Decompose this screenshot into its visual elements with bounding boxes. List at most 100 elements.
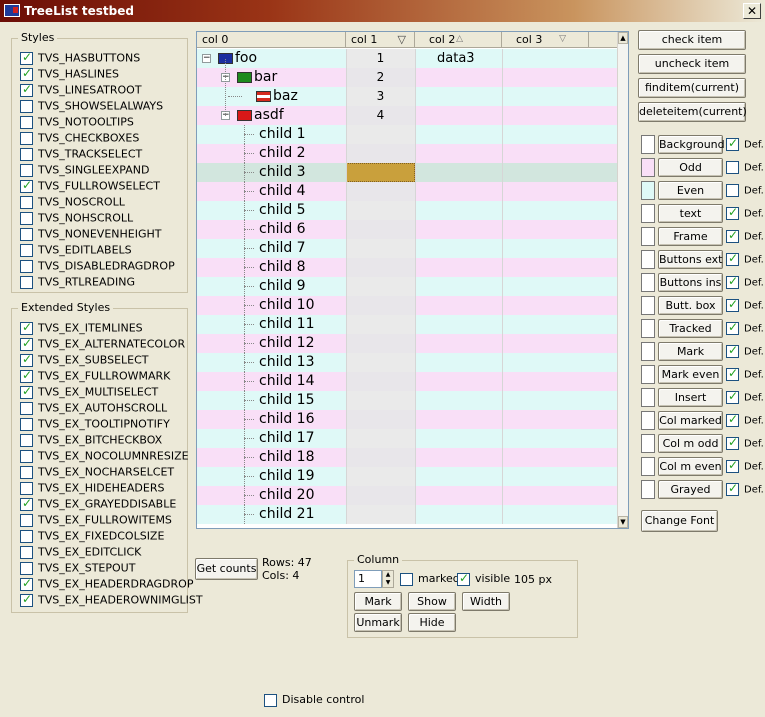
default-checkbox[interactable] <box>726 228 739 243</box>
tree-row[interactable]: child 14 <box>197 372 618 391</box>
column-index-input[interactable]: 1 <box>354 570 382 588</box>
default-checkbox[interactable] <box>726 274 739 289</box>
tree-row[interactable]: − asdf 4 <box>197 106 618 125</box>
tree-cell-col0[interactable]: child 3 <box>197 163 346 182</box>
tree-cell-col0[interactable]: child 5 <box>197 201 346 220</box>
tree-row[interactable]: child 4 <box>197 182 618 201</box>
tree-cell-col2[interactable] <box>415 182 502 201</box>
tree-row[interactable]: child 9 <box>197 277 618 296</box>
default-checkbox[interactable] <box>726 458 739 473</box>
tree-cell-col3[interactable] <box>502 410 618 429</box>
style-checkbox[interactable] <box>20 147 33 161</box>
tree-cell-col2[interactable] <box>415 410 502 429</box>
style-checkbox-row[interactable]: TVS_NOHSCROLL <box>20 211 133 227</box>
tree-row[interactable]: baz 3 <box>197 87 618 106</box>
change-font-button[interactable]: Change Font <box>641 510 718 532</box>
ext-style-checkbox-row[interactable]: TVS_EX_HEADEROWNIMGLIST <box>20 592 203 609</box>
style-checkbox-row[interactable]: TVS_NOTOOLTIPS <box>20 115 134 131</box>
style-checkbox-row[interactable]: TVS_HASLINES <box>20 66 119 83</box>
tree-cell-col0[interactable]: child 7 <box>197 239 346 258</box>
tree-cell-col0[interactable]: child 1 <box>197 125 346 144</box>
visible-checkbox[interactable] <box>457 571 470 586</box>
tree-cell-col0[interactable]: child 4 <box>197 182 346 201</box>
color-button[interactable]: Tracked <box>658 319 723 338</box>
ext-style-checkbox-row[interactable]: TVS_EX_FULLROWMARK <box>20 368 170 385</box>
style-checkbox[interactable] <box>20 131 33 145</box>
default-checkbox-row[interactable]: Def. <box>726 412 764 427</box>
get-counts-button[interactable]: Get counts <box>195 558 258 580</box>
close-button[interactable]: ✕ <box>743 3 761 19</box>
default-checkbox-row[interactable]: Def. <box>726 161 764 174</box>
ext-style-checkbox-row[interactable]: TVS_EX_AUTOHSCROLL <box>20 401 167 417</box>
tree-row[interactable]: child 1 <box>197 125 618 144</box>
ext-style-checkbox-row[interactable]: TVS_EX_BITCHECKBOX <box>20 433 162 449</box>
tree-cell-col2[interactable] <box>415 125 502 144</box>
tree-cell-col0[interactable]: child 17 <box>197 429 346 448</box>
tree-row[interactable]: child 3 <box>197 163 618 182</box>
tree-cell-col3[interactable] <box>502 106 618 125</box>
mark-button[interactable]: Mark <box>354 592 402 611</box>
color-button[interactable]: Butt. box <box>658 296 723 315</box>
tree-cell-col1[interactable] <box>346 258 415 277</box>
color-button[interactable]: Col m even <box>658 457 723 476</box>
tree-cell-col1[interactable] <box>346 201 415 220</box>
tree-cell-col0[interactable]: child 15 <box>197 391 346 410</box>
tree-cell-col0[interactable]: child 8 <box>197 258 346 277</box>
tree-cell-col3[interactable] <box>502 68 618 87</box>
tree-cell-col3[interactable] <box>502 467 618 486</box>
ext-style-checkbox-row[interactable]: TVS_EX_FULLROWITEMS <box>20 513 172 529</box>
tree-cell-col3[interactable] <box>502 353 618 372</box>
default-checkbox-row[interactable]: Def. <box>726 274 764 289</box>
tree-cell-col3[interactable] <box>502 315 618 334</box>
style-checkbox-row[interactable]: TVS_TRACKSELECT <box>20 147 142 163</box>
tree-row[interactable]: child 8 <box>197 258 618 277</box>
color-button[interactable]: Col marked <box>658 411 723 430</box>
default-checkbox[interactable] <box>726 184 739 197</box>
default-checkbox-row[interactable]: Def. <box>726 343 764 358</box>
tree-cell-col1[interactable] <box>346 144 415 163</box>
marked-checkbox-row[interactable]: marked <box>400 572 460 586</box>
ext-style-checkbox[interactable] <box>20 576 33 591</box>
style-checkbox-row[interactable]: TVS_FULLROWSELECT <box>20 178 160 195</box>
style-checkbox-row[interactable]: TVS_SHOWSELALWAYS <box>20 99 163 115</box>
ext-style-checkbox[interactable] <box>20 320 33 335</box>
tree-row[interactable]: child 6 <box>197 220 618 239</box>
tree-vertical-scrollbar[interactable]: ▲ ▼ <box>617 32 628 528</box>
ext-style-checkbox-row[interactable]: TVS_EX_STEPOUT <box>20 561 135 577</box>
tree-cell-col0[interactable]: child 11 <box>197 315 346 334</box>
color-button[interactable]: Odd <box>658 158 723 177</box>
show-button[interactable]: Show <box>408 592 456 611</box>
tree-cell-col2[interactable] <box>415 106 502 125</box>
color-button[interactable]: Grayed <box>658 480 723 499</box>
style-checkbox-row[interactable]: TVS_HASBUTTONS <box>20 50 140 67</box>
ext-style-checkbox[interactable] <box>20 417 33 431</box>
tree-row[interactable]: child 16 <box>197 410 618 429</box>
tree-cell-col3[interactable] <box>502 391 618 410</box>
ext-style-checkbox-row[interactable]: TVS_EX_ITEMLINES <box>20 320 143 337</box>
style-checkbox-row[interactable]: TVS_NONEVENHEIGHT <box>20 227 161 243</box>
ext-style-checkbox[interactable] <box>20 561 33 575</box>
ext-style-checkbox-row[interactable]: TVS_EX_NOCOLUMNRESIZE <box>20 449 189 465</box>
default-checkbox-row[interactable]: Def. <box>726 435 764 450</box>
tree-cell-col3[interactable] <box>502 239 618 258</box>
tree-cell-col2[interactable] <box>415 277 502 296</box>
scroll-down-arrow-icon[interactable]: ▼ <box>618 516 628 528</box>
default-checkbox-row[interactable]: Def. <box>726 458 764 473</box>
tree-cell-col2[interactable] <box>415 68 502 87</box>
style-checkbox[interactable] <box>20 178 33 193</box>
ext-style-checkbox-row[interactable]: TVS_EX_NOCHARSELCET <box>20 465 174 481</box>
tree-cell-col3[interactable] <box>502 372 618 391</box>
tree-cell-col2[interactable] <box>415 296 502 315</box>
deleteitem-button[interactable]: deleteitem(current) <box>638 102 747 122</box>
tree-cell-col3[interactable] <box>502 201 618 220</box>
style-checkbox[interactable] <box>20 243 33 257</box>
style-checkbox-row[interactable]: TVS_DISABLEDRAGDROP <box>20 259 175 275</box>
tree-cell-col2[interactable] <box>415 220 502 239</box>
tree-cell-col1[interactable]: 2 <box>346 68 415 87</box>
tree-cell-col2[interactable] <box>415 334 502 353</box>
tree-row[interactable]: child 20 <box>197 486 618 505</box>
tree-cell-col1[interactable] <box>346 334 415 353</box>
default-checkbox[interactable] <box>726 205 739 220</box>
tree-row[interactable]: child 15 <box>197 391 618 410</box>
ext-style-checkbox-row[interactable]: TVS_EX_EDITCLICK <box>20 545 141 561</box>
